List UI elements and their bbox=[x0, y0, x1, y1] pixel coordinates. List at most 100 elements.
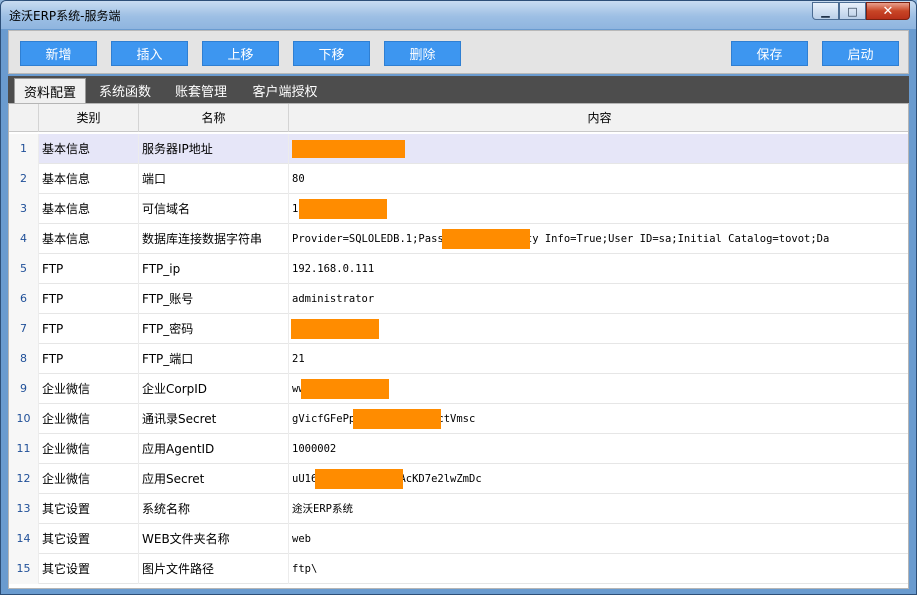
table-row[interactable]: 9企业微信企业CorpIDww 39 bbox=[9, 374, 908, 404]
row-index-cell: 13 bbox=[9, 494, 39, 524]
redaction-block bbox=[299, 199, 387, 219]
move-up-button[interactable]: 上移 bbox=[202, 41, 279, 66]
header-index bbox=[9, 104, 39, 132]
value-cell[interactable]: 1000002 bbox=[289, 434, 908, 464]
value-cell[interactable]: ftp\ bbox=[289, 554, 908, 584]
value-cell[interactable] bbox=[289, 134, 908, 164]
table-row[interactable]: 12企业微信应用SecretuU16 GuWW1TJaDt8aAcKD7e2lw… bbox=[9, 464, 908, 494]
name-cell: FTP_ip bbox=[139, 254, 289, 284]
tab-strip: 资料配置 系统函数 账套管理 客户端授权 bbox=[8, 76, 909, 103]
row-index-cell: 5 bbox=[9, 254, 39, 284]
row-index-cell: 6 bbox=[9, 284, 39, 314]
header-name[interactable]: 名称 bbox=[139, 104, 289, 132]
table-row[interactable]: 3基本信息可信域名1 in bbox=[9, 194, 908, 224]
value-cell[interactable]: 途沃ERP系统 bbox=[289, 494, 908, 524]
header-content[interactable]: 内容 bbox=[289, 104, 908, 132]
row-index-cell: 3 bbox=[9, 194, 39, 224]
category-cell: 其它设置 bbox=[39, 524, 139, 554]
category-cell: 基本信息 bbox=[39, 134, 139, 164]
tab-account-sets[interactable]: 账套管理 bbox=[166, 78, 236, 103]
window-controls: ▁ □ ✕ bbox=[812, 2, 910, 20]
redaction-block bbox=[291, 319, 379, 339]
name-cell: 数据库连接数据字符串 bbox=[139, 224, 289, 254]
category-cell: 基本信息 bbox=[39, 194, 139, 224]
name-cell: 服务器IP地址 bbox=[139, 134, 289, 164]
name-cell: FTP_密码 bbox=[139, 314, 289, 344]
value-cell[interactable]: Provider=SQLOLEDB.1;Passw sist Security … bbox=[289, 224, 908, 254]
table-row[interactable]: 15 其它设置 图片文件路径 ftp\ bbox=[9, 554, 908, 584]
delete-button[interactable]: 删除 bbox=[384, 41, 461, 66]
name-cell: 可信域名 bbox=[139, 194, 289, 224]
add-button[interactable]: 新增 bbox=[20, 41, 97, 66]
config-grid[interactable]: 类别 名称 内容 1 基本信息 服务器IP地址 2 基本信息 端口 80 3 基本信息 可信域名 1… bbox=[8, 103, 909, 589]
tab-data-config[interactable]: 资料配置 bbox=[14, 78, 86, 103]
grid-header: 类别 名称 内容 bbox=[9, 104, 908, 132]
value-cell[interactable]: ww 39 bbox=[289, 374, 908, 404]
table-row[interactable]: 13 其它设置 系统名称 途沃ERP系统 bbox=[9, 494, 908, 524]
title-bar[interactable]: 途沃ERP系统-服务端 ▁ □ ✕ bbox=[1, 1, 916, 29]
table-row[interactable]: 5 FTP FTP_ip 192.168.0.111 bbox=[9, 254, 908, 284]
header-category[interactable]: 类别 bbox=[39, 104, 139, 132]
value-cell[interactable]: web bbox=[289, 524, 908, 554]
category-cell: 其它设置 bbox=[39, 494, 139, 524]
value-cell[interactable]: 21 bbox=[289, 344, 908, 374]
table-row[interactable]: 4 基本信息 数据库连接数据字符串 Provider=SQLOLEDB.1;Passw… bbox=[9, 224, 908, 254]
value-cell[interactable] bbox=[289, 314, 908, 344]
value-cell[interactable]: 80 bbox=[289, 164, 908, 194]
tab-client-authorization[interactable]: 客户端授权 bbox=[242, 78, 328, 103]
name-cell: 系统名称 bbox=[139, 494, 289, 524]
table-row[interactable]: 10企业微信通讯录SecretgVicfGFePp KQC-rfMuTTrIct… bbox=[9, 404, 908, 434]
category-cell: 基本信息 bbox=[39, 224, 139, 254]
app-window: 途沃ERP系统-服务端 ▁ □ ✕ 新增 插入 上移 下移 删除 保存 启动 资… bbox=[0, 0, 917, 595]
name-cell: 端口 bbox=[139, 164, 289, 194]
value-cell[interactable]: 192.168.0.111 bbox=[289, 254, 908, 284]
row-index-cell: 7 bbox=[9, 314, 39, 344]
table-row[interactable]: 7 FTP FTP_密码 bbox=[9, 314, 908, 344]
name-cell: WEB文件夹名称 bbox=[139, 524, 289, 554]
name-cell: FTP_端口 bbox=[139, 344, 289, 374]
start-button[interactable]: 启动 bbox=[822, 41, 899, 66]
close-icon[interactable]: ✕ bbox=[866, 2, 910, 20]
name-cell: 企业CorpID bbox=[139, 374, 289, 404]
name-cell: 图片文件路径 bbox=[139, 554, 289, 584]
value-cell[interactable]: gVicfGFePp KQC-rfMuTTrIctVmsc bbox=[289, 404, 908, 434]
insert-button[interactable]: 插入 bbox=[111, 41, 188, 66]
maximize-icon[interactable]: □ bbox=[839, 2, 866, 20]
table-row[interactable]: 11 企业微信 应用AgentID 1000002 bbox=[9, 434, 908, 464]
table-row[interactable]: 1 基本信息 服务器IP地址 bbox=[9, 134, 908, 164]
category-cell: 企业微信 bbox=[39, 434, 139, 464]
category-cell: FTP bbox=[39, 314, 139, 344]
name-cell: FTP_账号 bbox=[139, 284, 289, 314]
table-row[interactable]: 8 FTP FTP_端口 21 bbox=[9, 344, 908, 374]
name-cell: 应用Secret bbox=[139, 464, 289, 494]
category-cell: FTP bbox=[39, 344, 139, 374]
row-index-cell: 14 bbox=[9, 524, 39, 554]
value-cell[interactable]: administrator bbox=[289, 284, 908, 314]
row-index-cell: 8 bbox=[9, 344, 39, 374]
save-button[interactable]: 保存 bbox=[731, 41, 808, 66]
name-cell: 应用AgentID bbox=[139, 434, 289, 464]
table-row[interactable]: 14 其它设置 WEB文件夹名称 web bbox=[9, 524, 908, 554]
row-index-cell: 12 bbox=[9, 464, 39, 494]
redaction-block bbox=[442, 229, 530, 249]
move-down-button[interactable]: 下移 bbox=[293, 41, 370, 66]
name-cell: 通讯录Secret bbox=[139, 404, 289, 434]
row-index-cell: 11 bbox=[9, 434, 39, 464]
tab-system-functions[interactable]: 系统函数 bbox=[90, 78, 160, 103]
redaction-block bbox=[292, 140, 405, 158]
redaction-block bbox=[301, 379, 389, 399]
table-row[interactable]: 2 基本信息 端口 80 bbox=[9, 164, 908, 194]
toolbar: 新增 插入 上移 下移 删除 保存 启动 bbox=[8, 30, 909, 74]
minimize-icon[interactable]: ▁ bbox=[812, 2, 839, 20]
value-cell[interactable]: uU16 GuWW1TJaDt8aAcKD7e2lwZmDc bbox=[289, 464, 908, 494]
row-index-cell: 2 bbox=[9, 164, 39, 194]
category-cell: FTP bbox=[39, 254, 139, 284]
value-cell[interactable]: 1 in bbox=[289, 194, 908, 224]
category-cell: 企业微信 bbox=[39, 404, 139, 434]
category-cell: 企业微信 bbox=[39, 374, 139, 404]
window-title: 途沃ERP系统-服务端 bbox=[9, 9, 121, 23]
category-cell: 企业微信 bbox=[39, 464, 139, 494]
category-cell: 基本信息 bbox=[39, 164, 139, 194]
table-row[interactable]: 6 FTP FTP_账号 administrator bbox=[9, 284, 908, 314]
redaction-block bbox=[353, 409, 441, 429]
